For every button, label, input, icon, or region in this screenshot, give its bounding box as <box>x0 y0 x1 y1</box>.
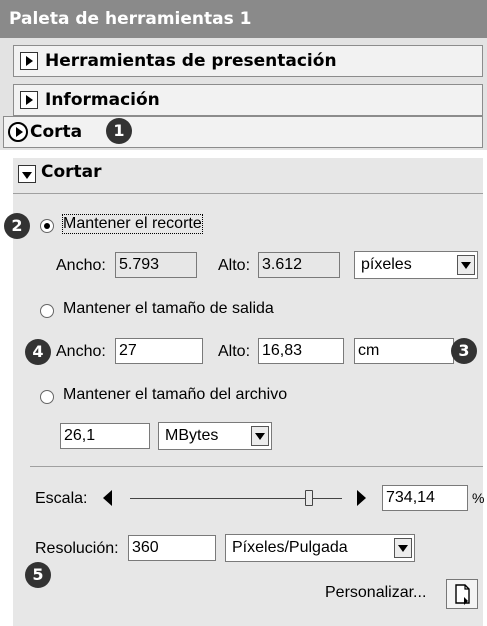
crop-unit-value: píxeles <box>361 256 412 273</box>
decrease-arrow-icon[interactable] <box>103 490 112 506</box>
section-presentation-tools[interactable]: Herramientas de presentación <box>13 45 483 77</box>
crop-width-label: Ancho: <box>56 257 106 274</box>
crop-header: Cortar <box>41 162 102 182</box>
customize-label[interactable]: Personalizar... <box>325 584 426 602</box>
section-label: Corta <box>30 122 83 142</box>
chevron-down-icon[interactable] <box>457 255 475 275</box>
output-width-field[interactable]: 27 <box>115 338 203 364</box>
collapse-triangle-icon[interactable] <box>18 165 36 183</box>
file-unit-value: MBytes <box>165 427 219 444</box>
keep-crop-label[interactable]: Mantener el recorte <box>62 214 203 234</box>
callout-badge-2: 2 <box>4 213 30 239</box>
expand-triangle-icon[interactable] <box>8 122 28 142</box>
resolution-unit-value: Píxeles/Pulgada <box>232 539 348 556</box>
resolution-unit-select[interactable]: Píxeles/Pulgada <box>225 534 415 562</box>
crop-unit-select[interactable]: píxeles <box>354 251 478 279</box>
keep-output-label[interactable]: Mantener el tamaño de salida <box>63 300 274 318</box>
callout-badge-3: 3 <box>451 338 477 364</box>
scale-label: Escala: <box>35 490 88 507</box>
percent-label: % <box>472 490 485 506</box>
section-information[interactable]: Información <box>13 84 483 116</box>
section-divider <box>30 466 483 467</box>
output-height-label: Alto: <box>218 343 251 360</box>
section-crop-collapsed[interactable]: Corta <box>3 116 483 148</box>
resolution-label: Resolución: <box>35 540 119 557</box>
keep-output-radio[interactable] <box>40 304 54 318</box>
output-unit-field[interactable]: cm <box>354 338 454 364</box>
customize-button[interactable] <box>446 579 478 609</box>
keep-crop-radio[interactable] <box>40 219 54 233</box>
crop-width-field: 5.793 <box>115 252 197 278</box>
scale-value-field[interactable]: 734,14 <box>382 485 468 511</box>
output-height-field[interactable]: 16,83 <box>258 338 344 364</box>
callout-badge-1: 1 <box>106 118 132 144</box>
expand-triangle-icon[interactable] <box>20 52 38 70</box>
new-document-icon <box>455 584 470 605</box>
section-label: Información <box>45 90 160 110</box>
crop-height-label: Alto: <box>218 257 251 274</box>
chevron-down-icon[interactable] <box>394 538 412 558</box>
scale-slider-thumb[interactable] <box>305 490 313 506</box>
file-unit-select[interactable]: MBytes <box>158 422 272 450</box>
increase-arrow-icon[interactable] <box>357 490 366 506</box>
file-size-field[interactable]: 26,1 <box>60 423 150 449</box>
chevron-down-icon[interactable] <box>251 426 269 446</box>
callout-badge-4: 4 <box>25 339 51 365</box>
resolution-field[interactable]: 360 <box>128 535 216 561</box>
section-label: Herramientas de presentación <box>45 51 337 71</box>
crop-height-field: 3.612 <box>258 252 340 278</box>
output-width-label: Ancho: <box>56 343 106 360</box>
keep-file-radio[interactable] <box>40 390 54 404</box>
callout-badge-5: 5 <box>25 562 51 588</box>
palette-title: Paleta de herramientas 1 <box>0 0 487 38</box>
header-divider <box>13 193 483 194</box>
keep-file-label[interactable]: Mantener el tamaño del archivo <box>63 386 287 404</box>
expand-triangle-icon[interactable] <box>20 91 38 109</box>
